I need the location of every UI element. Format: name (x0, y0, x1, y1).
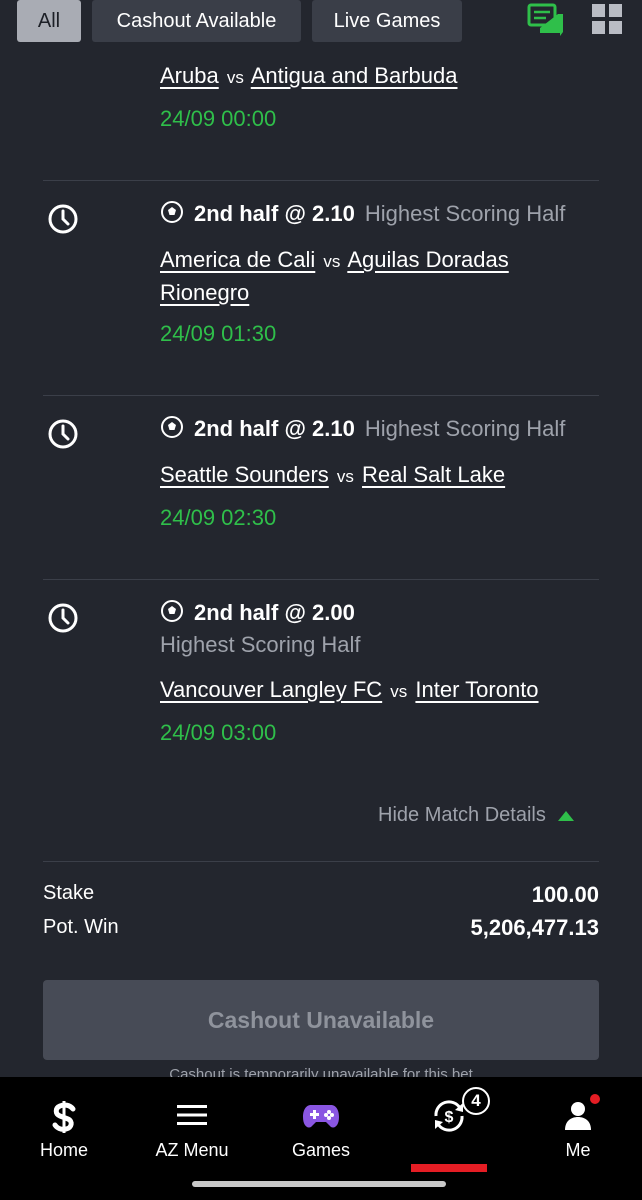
notification-dot (590, 1094, 600, 1104)
gamepad-icon (303, 1105, 339, 1128)
clock-icon (48, 603, 78, 633)
soccer-ball-icon (161, 416, 183, 438)
selection-line: 2nd half @ 2.10 Highest Scoring Half (160, 414, 610, 444)
hide-match-details-toggle[interactable]: Hide Match Details (378, 804, 574, 827)
selection-odds: 2nd half @ 2.00 (194, 600, 355, 625)
kickoff-time: 24/09 02:30 (160, 505, 277, 530)
caret-up-icon (557, 810, 574, 821)
nav-menu-label: AZ Menu (155, 1140, 229, 1160)
selection-line: 2nd half @ 2.00 (160, 598, 610, 628)
nav-home[interactable]: Home (0, 1077, 128, 1177)
vs-label: vs (226, 68, 244, 87)
vs-label: vs (323, 252, 341, 271)
nav-home-label: Home (39, 1140, 88, 1160)
nav-games[interactable]: Games (257, 1077, 385, 1177)
filter-bar: All Cashout Available Live Games (0, 0, 642, 52)
stake-label: Stake (43, 882, 95, 904)
match-teams[interactable]: America de Cali vs Aguilas Doradas Rione… (160, 244, 580, 308)
divider (43, 180, 599, 181)
match-teams[interactable]: Vancouver Langley FC vs Inter Toronto (160, 674, 580, 707)
user-icon (565, 1102, 591, 1130)
kickoff-time: 24/09 01:30 (160, 321, 277, 346)
filter-all-button[interactable]: All (17, 0, 81, 42)
nav-me-label: Me (565, 1140, 591, 1160)
away-team[interactable]: Real Salt Lake (362, 462, 505, 487)
nav-az-menu[interactable]: AZ Menu (128, 1077, 256, 1177)
menu-icon (177, 1105, 207, 1125)
market-name: Highest Scoring Half (364, 416, 566, 441)
nav-me[interactable]: Me (514, 1077, 642, 1177)
selection-odds: 2nd half @ 2.10 (194, 416, 355, 441)
divider (43, 861, 599, 862)
soccer-ball-icon (161, 201, 183, 223)
selection-line: 2nd half @ 2.10 Highest Scoring Half (160, 199, 610, 229)
home-team[interactable]: Aruba (160, 63, 219, 88)
home-team[interactable]: Seattle Sounders (160, 462, 329, 487)
nav-games-label: Games (291, 1140, 351, 1160)
away-team[interactable]: Inter Toronto (415, 677, 538, 702)
market-name: Highest Scoring Half (364, 201, 566, 226)
soccer-ball-icon (161, 600, 183, 622)
match-teams[interactable]: Seattle Sounders vs Real Salt Lake (160, 459, 580, 492)
clock-icon (48, 204, 78, 234)
hide-details-label: Hide Match Details (378, 804, 546, 826)
match-teams[interactable]: Aruba vs Antigua and Barbuda (160, 60, 580, 93)
selection-odds: 2nd half @ 2.10 (194, 201, 355, 226)
kickoff-time: 24/09 03:00 (160, 720, 277, 745)
bottom-navigation: Home AZ Menu Games $ 4 Me (0, 1077, 642, 1200)
grid-icon[interactable] (590, 2, 624, 36)
bets-count-badge: 4 (462, 1087, 490, 1115)
home-team[interactable]: Vancouver Langley FC (160, 677, 382, 702)
nav-my-bets[interactable]: $ (385, 1077, 513, 1177)
divider (43, 395, 599, 396)
home-logo-icon (52, 1101, 76, 1133)
away-team[interactable]: Antigua and Barbuda (251, 63, 458, 88)
divider (43, 579, 599, 580)
svg-text:$: $ (445, 1109, 454, 1126)
filter-live-button[interactable]: Live Games (312, 0, 462, 42)
potential-win-value: 5,206,477.13 (470, 915, 599, 940)
potential-win-label: Pot. Win (43, 916, 119, 938)
home-indicator[interactable] (192, 1181, 446, 1187)
kickoff-time: 24/09 00:00 (160, 106, 277, 131)
home-team[interactable]: America de Cali (160, 247, 315, 272)
clock-icon (48, 419, 78, 449)
filter-cashout-button[interactable]: Cashout Available (92, 0, 301, 42)
vs-label: vs (390, 682, 408, 701)
active-tab-indicator (411, 1164, 487, 1172)
cashout-button[interactable]: Cashout Unavailable (43, 980, 599, 1060)
stake-value: 100.00 (531, 882, 599, 907)
market-name: Highest Scoring Half (160, 632, 361, 657)
chat-icon[interactable] (526, 2, 564, 40)
vs-label: vs (336, 467, 354, 486)
